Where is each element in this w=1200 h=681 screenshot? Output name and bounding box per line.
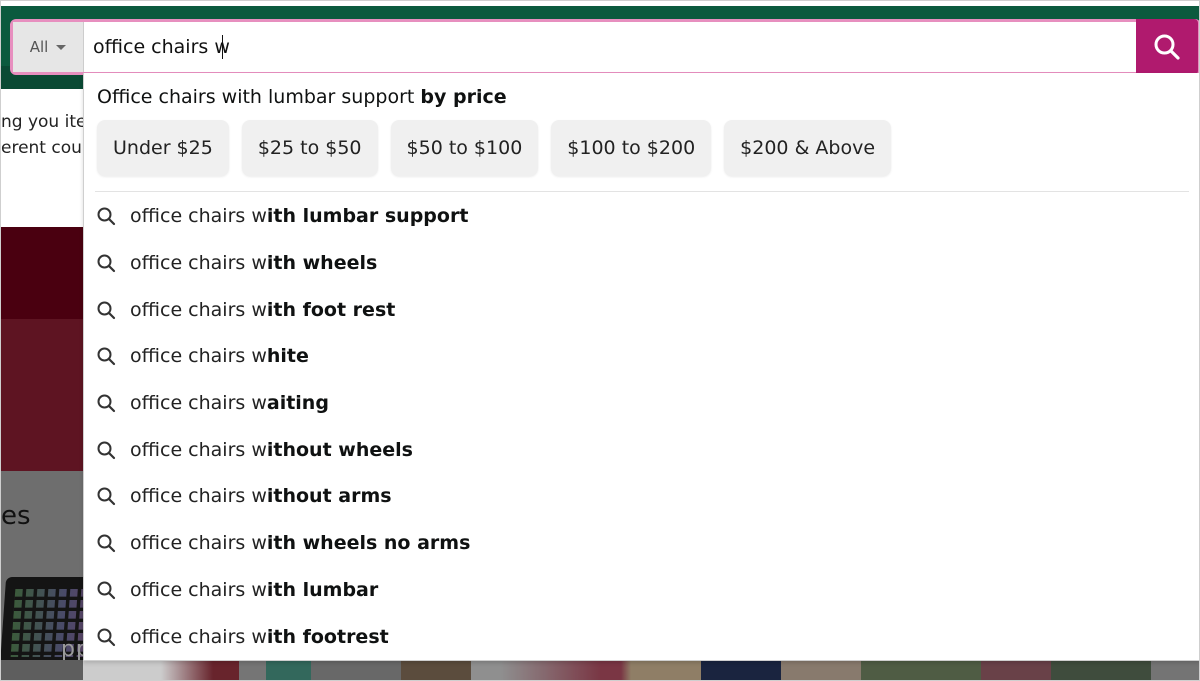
search-icon xyxy=(96,626,118,648)
search-scope-dropdown[interactable]: All xyxy=(13,22,84,72)
suggestion-completion-text: ith foot rest xyxy=(266,298,396,321)
price-filter-title: Office chairs with lumbar support by pri… xyxy=(97,86,507,108)
background-banner xyxy=(1,227,83,319)
search-icon xyxy=(96,485,118,507)
search-bar: All xyxy=(10,19,1199,75)
search-submit-button[interactable] xyxy=(1136,19,1198,75)
background-product-strip xyxy=(1,660,1199,680)
background-heading: es xyxy=(1,501,31,531)
suggestion-list: office chairs w ith lumbar support office… xyxy=(84,193,1199,660)
search-input[interactable] xyxy=(85,22,1141,72)
browser-viewport: ng you iter erent cour es pprofty All Of… xyxy=(0,0,1200,681)
suggestion-completion-text: ith wheels xyxy=(266,252,378,275)
search-icon xyxy=(96,252,118,274)
search-icon xyxy=(96,345,118,367)
suggestion-item[interactable]: office chairs w ithout wheels xyxy=(84,426,1199,473)
suggestion-typed-text: office chairs w xyxy=(130,625,267,648)
suggestion-item[interactable]: office chairs w hite xyxy=(84,333,1199,380)
search-scope-label: All xyxy=(29,38,49,56)
price-filter-title-bold: by price xyxy=(420,86,507,108)
suggestion-typed-text: office chairs w xyxy=(130,298,267,321)
suggestion-item[interactable]: office chairs w ithout arms xyxy=(84,473,1199,520)
divider xyxy=(95,191,1189,192)
suggestion-typed-text: office chairs w xyxy=(130,438,267,461)
suggestion-typed-text: office chairs w xyxy=(130,252,267,275)
price-chip-200-and-above[interactable]: $200 & Above xyxy=(724,120,892,176)
price-filter-title-text: Office chairs with lumbar support xyxy=(97,86,421,108)
search-icon xyxy=(96,299,118,321)
background-text-line: erent cour xyxy=(1,138,83,158)
suggestion-item[interactable]: office chairs w ith foot rest xyxy=(84,286,1199,333)
suggestion-item[interactable]: office chairs w ith wheels no arms xyxy=(84,520,1199,567)
background-text-line: ng you iter xyxy=(1,112,83,132)
suggestion-completion-text: ith lumbar xyxy=(266,578,379,601)
suggestion-completion-text: ithout wheels xyxy=(266,438,413,461)
suggestion-typed-text: office chairs w xyxy=(130,532,267,555)
suggestion-completion-text: ith wheels no arms xyxy=(266,532,471,555)
price-chip-50-to-100[interactable]: $50 to $100 xyxy=(390,120,539,176)
price-chips: Under $25 $25 to $50 $50 to $100 $100 to… xyxy=(97,120,892,176)
search-icon xyxy=(96,579,118,601)
search-icon xyxy=(96,392,118,414)
suggestion-completion-text: aiting xyxy=(266,392,329,415)
price-chip-100-to-200[interactable]: $100 to $200 xyxy=(551,120,712,176)
suggestion-item[interactable]: office chairs w ith lumbar support xyxy=(84,193,1199,240)
autocomplete-dropdown: Office chairs with lumbar support by pri… xyxy=(83,73,1199,661)
caret-down-icon xyxy=(56,44,67,50)
search-icon xyxy=(96,532,118,554)
suggestion-typed-text: office chairs w xyxy=(130,578,267,601)
suggestion-typed-text: office chairs w xyxy=(130,485,267,508)
suggestion-item[interactable]: office chairs w ith footrest xyxy=(84,613,1199,660)
suggestion-item[interactable]: office chairs w aiting xyxy=(84,380,1199,427)
suggestion-completion-text: ithout arms xyxy=(266,485,392,508)
suggestion-typed-text: office chairs w xyxy=(130,205,267,228)
price-chip-25-to-50[interactable]: $25 to $50 xyxy=(241,120,378,176)
search-icon xyxy=(96,439,118,461)
search-icon xyxy=(96,205,118,227)
suggestion-completion-text: ith footrest xyxy=(266,625,389,648)
price-chip-under-25[interactable]: Under $25 xyxy=(97,120,229,176)
suggestion-typed-text: office chairs w xyxy=(130,345,267,368)
suggestion-completion-text: hite xyxy=(266,345,309,368)
suggestion-item[interactable]: office chairs w ith lumbar xyxy=(84,567,1199,614)
text-cursor xyxy=(222,35,223,59)
search-icon xyxy=(1154,34,1180,60)
suggestion-completion-text: ith lumbar support xyxy=(266,205,469,228)
background-banner xyxy=(1,319,83,471)
suggestion-typed-text: office chairs w xyxy=(130,392,267,415)
suggestion-item[interactable]: office chairs w ith wheels xyxy=(84,240,1199,287)
